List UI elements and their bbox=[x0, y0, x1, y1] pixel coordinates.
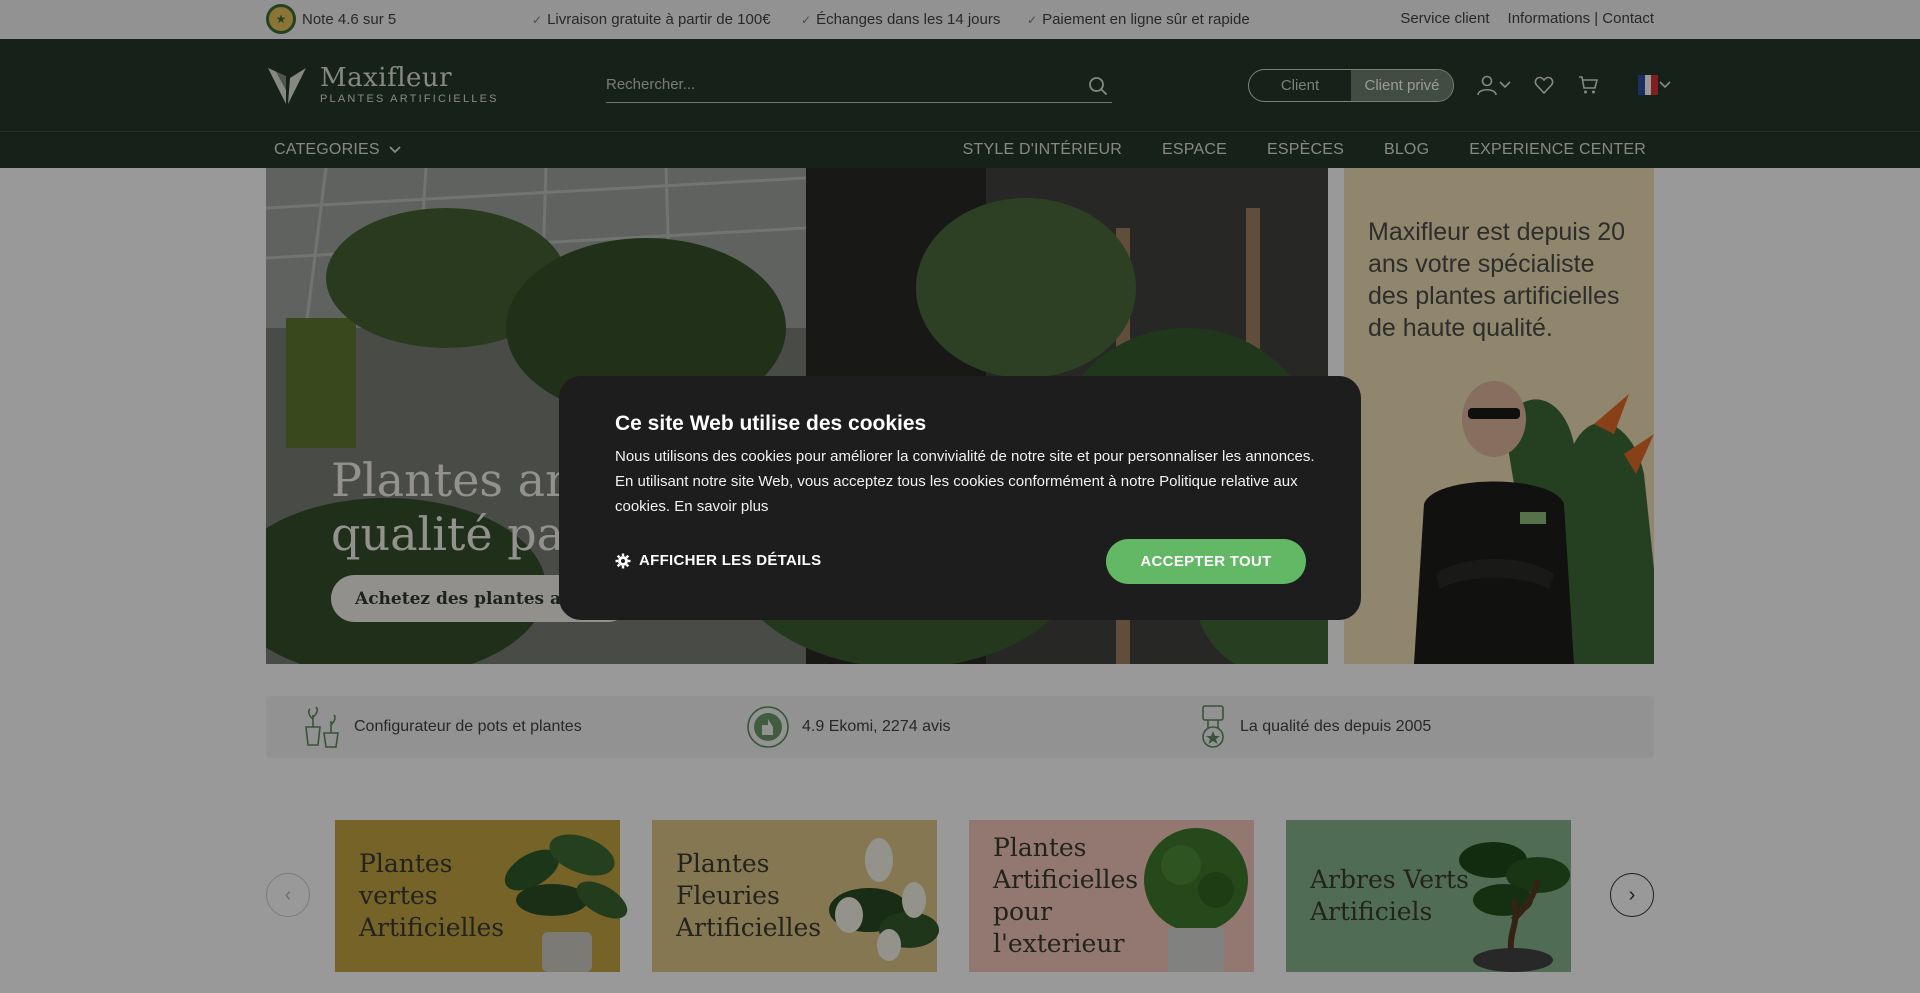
gear-icon bbox=[615, 553, 631, 568]
cookie-text: Nous utilisons des cookies pour améliore… bbox=[615, 448, 1315, 515]
show-details-label: AFFICHER LES DÉTAILS bbox=[639, 552, 822, 569]
cookie-dialog: Ce site Web utilise des cookies Nous uti… bbox=[559, 376, 1361, 620]
cookie-title: Ce site Web utilise des cookies bbox=[615, 412, 927, 435]
accept-all-button[interactable]: ACCEPTER TOUT bbox=[1106, 539, 1306, 584]
show-details-button[interactable]: AFFICHER LES DÉTAILS bbox=[615, 552, 821, 569]
